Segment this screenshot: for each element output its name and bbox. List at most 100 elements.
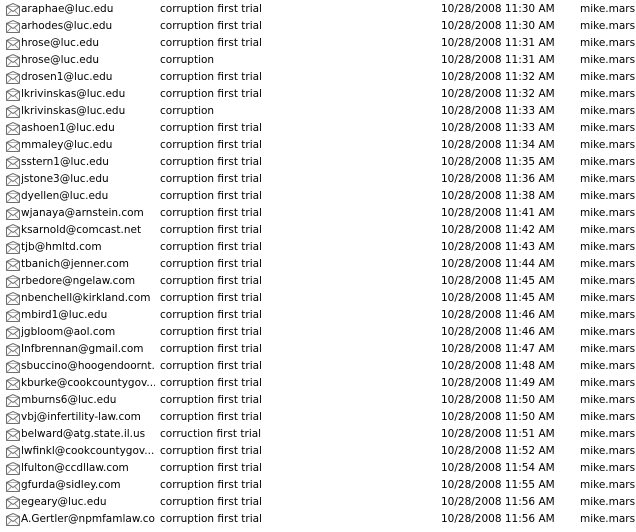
from-address: belward@atg.state.il.us [21, 428, 146, 440]
envelope-icon [6, 258, 20, 271]
subject: corruption first trial [160, 190, 262, 202]
from-address: lwfinkl@cookcountygov.... [21, 445, 155, 457]
envelope-icon [6, 292, 20, 305]
from-address: drosen1@luc.edu [21, 71, 113, 83]
envelope-icon [6, 105, 20, 118]
account-name: mike.mars [580, 258, 636, 270]
subject: corruption [160, 54, 215, 66]
message-row[interactable]: arhodes@luc.edu corruption first trial 10/… [0, 18, 636, 35]
subject: corruption first trial [160, 343, 262, 355]
message-row[interactable]: tbanich@jenner.com corruption first trial… [0, 256, 636, 273]
from-address: nbenchell@kirkland.com [21, 292, 151, 304]
message-row[interactable]: kburke@cookcountygov.... corruption first… [0, 375, 636, 392]
envelope-icon [6, 326, 20, 339]
received-time: 10/28/2008 11:50 AM [441, 411, 555, 423]
account-name: mike.mars [580, 190, 636, 202]
envelope-icon [6, 309, 20, 322]
message-row[interactable]: mmaley@luc.edu corruption first trial 10/2… [0, 137, 636, 154]
account-name: mike.mars [580, 139, 636, 151]
account-name: mike.mars [580, 122, 636, 134]
subject: corruption first trial [160, 496, 262, 508]
message-row[interactable]: hrose@luc.edu corruption 10/28/2008 11:31 … [0, 52, 636, 69]
received-time: 10/28/2008 11:42 AM [441, 224, 555, 236]
message-row[interactable]: mbird1@luc.edu corruption first trial 10/2… [0, 307, 636, 324]
subject: corruption first trial [160, 513, 262, 525]
envelope-icon [6, 343, 20, 356]
received-time: 10/28/2008 11:30 AM [441, 3, 555, 15]
from-address: ksarnold@comcast.net [21, 224, 142, 236]
message-row[interactable]: lfulton@ccdllaw.com corruption first tria… [0, 460, 636, 477]
from-address: hrose@luc.edu [21, 54, 100, 66]
message-row[interactable]: jstone3@luc.edu corruption first trial 10/… [0, 171, 636, 188]
envelope-icon [6, 275, 20, 288]
subject: corruption first trial [160, 309, 262, 321]
received-time: 10/28/2008 11:48 AM [441, 360, 555, 372]
received-time: 10/28/2008 11:45 AM [441, 292, 555, 304]
message-row[interactable]: hrose@luc.edu corruption first trial 10/28… [0, 35, 636, 52]
message-row[interactable]: araphae@luc.edu corruption first trial 10/… [0, 1, 636, 18]
message-row[interactable]: lkrivinskas@luc.edu corruption 10/28/2008 … [0, 103, 636, 120]
account-name: mike.mars [580, 54, 636, 66]
account-name: mike.mars [580, 394, 636, 406]
envelope-icon [6, 54, 20, 67]
message-row[interactable]: vbj@infertility-law.com corruption first … [0, 409, 636, 426]
envelope-icon [6, 207, 20, 220]
from-address: hrose@luc.edu [21, 37, 100, 49]
account-name: mike.mars [580, 275, 636, 287]
received-time: 10/28/2008 11:33 AM [441, 122, 555, 134]
envelope-icon [6, 394, 20, 407]
message-list: araphae@luc.edu corruption first trial 10/… [0, 0, 636, 532]
envelope-icon [6, 445, 20, 458]
received-time: 10/28/2008 11:33 AM [441, 105, 555, 117]
from-address: tjb@hmltd.com [21, 241, 102, 253]
message-row[interactable]: Infbrennan@gmail.com corruption first tri… [0, 341, 636, 358]
subject: corruption first trial [160, 3, 262, 15]
message-row[interactable]: A.Gertler@npmfamlaw.com corruption first … [0, 511, 636, 528]
message-row[interactable]: egeary@luc.edu corruption first trial 10/2… [0, 494, 636, 511]
envelope-icon [6, 360, 20, 373]
subject: corruption first trial [160, 275, 262, 287]
from-address: mburns6@luc.edu [21, 394, 117, 406]
message-row[interactable]: jgbloom@aol.com corruption first trial 10/… [0, 324, 636, 341]
received-time: 10/28/2008 11:51 AM [441, 428, 555, 440]
subject: corruption first trial [160, 173, 262, 185]
account-name: mike.mars [580, 343, 636, 355]
account-name: mike.mars [580, 411, 636, 423]
account-name: mike.mars [580, 224, 636, 236]
message-row[interactable]: drosen1@luc.edu corruption first trial 10/… [0, 69, 636, 86]
received-time: 10/28/2008 11:32 AM [441, 71, 555, 83]
from-address: vbj@infertility-law.com [21, 411, 141, 423]
from-address: A.Gertler@npmfamlaw.com [21, 513, 155, 525]
message-row[interactable]: ksarnold@comcast.net corruption first tri… [0, 222, 636, 239]
envelope-icon [6, 88, 20, 101]
subject: corruption first trial [160, 241, 262, 253]
message-row[interactable]: ashoen1@luc.edu corruption first trial 10/… [0, 120, 636, 137]
subject: corruption first trial [160, 88, 262, 100]
message-row[interactable]: belward@atg.state.il.us corruction first … [0, 426, 636, 443]
message-row[interactable]: rbedore@ngelaw.com corruption first trial… [0, 273, 636, 290]
message-row[interactable]: lwfinkl@cookcountygov.... corruption firs… [0, 443, 636, 460]
received-time: 10/28/2008 11:41 AM [441, 207, 555, 219]
message-row[interactable]: lkrivinskas@luc.edu corruption first tria… [0, 86, 636, 103]
message-row[interactable]: gfurda@sidley.com corruption first trial 1… [0, 477, 636, 494]
message-row[interactable]: sbuccino@hoogendoornt.... corruption firs… [0, 358, 636, 375]
from-address: gfurda@sidley.com [21, 479, 121, 491]
account-name: mike.mars [580, 292, 636, 304]
from-address: kburke@cookcountygov.... [21, 377, 155, 389]
envelope-icon [6, 139, 20, 152]
subject: corruption first trial [160, 394, 262, 406]
message-row[interactable]: nbenchell@kirkland.com corruption first t… [0, 290, 636, 307]
message-row[interactable]: tjb@hmltd.com corruption first trial 10/28… [0, 239, 636, 256]
received-time: 10/28/2008 11:43 AM [441, 241, 555, 253]
message-row[interactable]: sstern1@luc.edu corruption first trial 10/… [0, 154, 636, 171]
message-row[interactable]: dyellen@luc.edu corruption first trial 10/… [0, 188, 636, 205]
subject: corruption first trial [160, 479, 262, 491]
account-name: mike.mars [580, 88, 636, 100]
account-name: mike.mars [580, 105, 636, 117]
subject: corruption first trial [160, 122, 262, 134]
message-row[interactable]: mburns6@luc.edu corruption first trial 10/… [0, 392, 636, 409]
subject: corruption first trial [160, 20, 262, 32]
subject: corruption first trial [160, 326, 262, 338]
received-time: 10/28/2008 11:44 AM [441, 258, 555, 270]
message-row[interactable]: wjanaya@arnstein.com corruption first tri… [0, 205, 636, 222]
